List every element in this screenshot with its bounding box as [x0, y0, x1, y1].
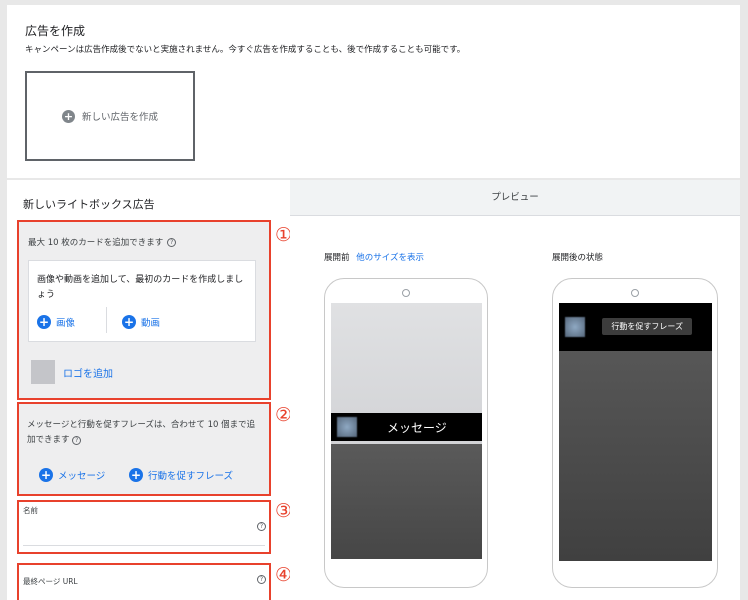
new-ad-label: 新しい広告を作成 — [81, 112, 158, 123]
camera-icon — [631, 289, 639, 297]
before-expand-label: 展開前 他のサイズを表示 — [324, 253, 424, 263]
name-field-label: 名前 — [23, 506, 38, 515]
help-icon[interactable]: ? — [257, 522, 266, 531]
help-icon[interactable]: ? — [167, 237, 177, 247]
preview-cta-button[interactable]: 行動を促すフレーズ — [602, 318, 692, 335]
cards-section: 最大 10 枚のカードを追加できます ? 画像や動画を追加して、最初のカードを作… — [17, 220, 271, 400]
thumbnail-image — [565, 317, 585, 337]
add-logo-label: ロゴを追加 — [63, 368, 113, 380]
add-logo-button[interactable]: ロゴを追加 — [31, 360, 113, 384]
after-expand-label: 展開後の状態 — [552, 253, 604, 263]
phone-preview-collapsed: メッセージ — [324, 278, 488, 588]
create-ad-title: 広告を作成 — [25, 24, 86, 38]
cards-section-label: 最大 10 枚のカードを追加できます — [28, 238, 164, 248]
plus-icon: + — [129, 468, 143, 482]
add-cta-label: 行動を促すフレーズ — [148, 471, 234, 482]
other-sizes-link[interactable]: 他のサイズを表示 — [356, 253, 424, 263]
add-video-button[interactable]: + 動画 — [122, 315, 160, 329]
add-image-label: 画像 — [56, 318, 76, 329]
message-cta-label: メッセージと行動を促すフレーズは、合わせて 10 個まで追加できます ? — [27, 420, 256, 445]
add-cta-button[interactable]: + 行動を促すフレーズ — [129, 468, 233, 482]
logo-placeholder — [31, 360, 55, 384]
preview-panel: プレビュー 展開前 他のサイズを表示 展開後の状態 メッセージ 行動を促すフレー… — [290, 180, 740, 600]
create-ad-subtitle: キャンペーンは広告作成後でないと実施されません。今すぐ広告を作成することも、後で… — [25, 45, 466, 55]
expanded-screen: 行動を促すフレーズ — [559, 303, 712, 561]
create-ad-card: 広告を作成 キャンペーンは広告作成後でないと実施されません。今すぐ広告を作成する… — [7, 5, 740, 178]
thumbnail-image — [337, 417, 357, 437]
first-card: 画像や動画を追加して、最初のカードを作成しましょう + 画像 + 動画 — [28, 260, 256, 342]
expanded-header: 行動を促すフレーズ — [559, 303, 712, 351]
camera-icon — [402, 289, 410, 297]
phone-preview-expanded: 行動を促すフレーズ — [552, 278, 718, 588]
add-image-button[interactable]: + 画像 — [37, 315, 75, 329]
plus-icon: + — [122, 315, 136, 329]
add-video-label: 動画 — [141, 318, 161, 329]
editor-panel: 新しいライトボックス広告 最大 10 枚のカードを追加できます ? 画像や動画を… — [7, 180, 292, 600]
final-url-field-label: 最終ページ URL — [23, 577, 78, 586]
plus-icon: + — [39, 468, 53, 482]
name-field[interactable]: 名前 ? — [17, 500, 271, 554]
message-cta-section: メッセージと行動を促すフレーズは、合わせて 10 個まで追加できます ? + メ… — [17, 402, 271, 496]
divider — [106, 307, 107, 333]
message-bar: メッセージ — [331, 413, 482, 441]
add-message-button[interactable]: + メッセージ — [39, 468, 105, 482]
first-card-prompt: 画像や動画を追加して、最初のカードを作成しましょう — [37, 275, 244, 300]
add-message-label: メッセージ — [58, 471, 106, 482]
final-url-field[interactable]: 最終ページ URL ? — [17, 563, 271, 600]
name-field-underline — [23, 545, 265, 546]
editor-title: 新しいライトボックス広告 — [23, 198, 155, 211]
help-icon[interactable]: ? — [257, 575, 266, 584]
preview-header: プレビュー — [290, 180, 740, 216]
new-ad-button[interactable]: + 新しい広告を作成 — [25, 71, 195, 161]
help-icon[interactable]: ? — [72, 436, 82, 445]
preview-message-text: メッセージ — [387, 420, 447, 435]
plus-icon: + — [37, 315, 51, 329]
plus-icon: + — [61, 109, 75, 123]
collapsed-screen: メッセージ — [331, 303, 482, 559]
